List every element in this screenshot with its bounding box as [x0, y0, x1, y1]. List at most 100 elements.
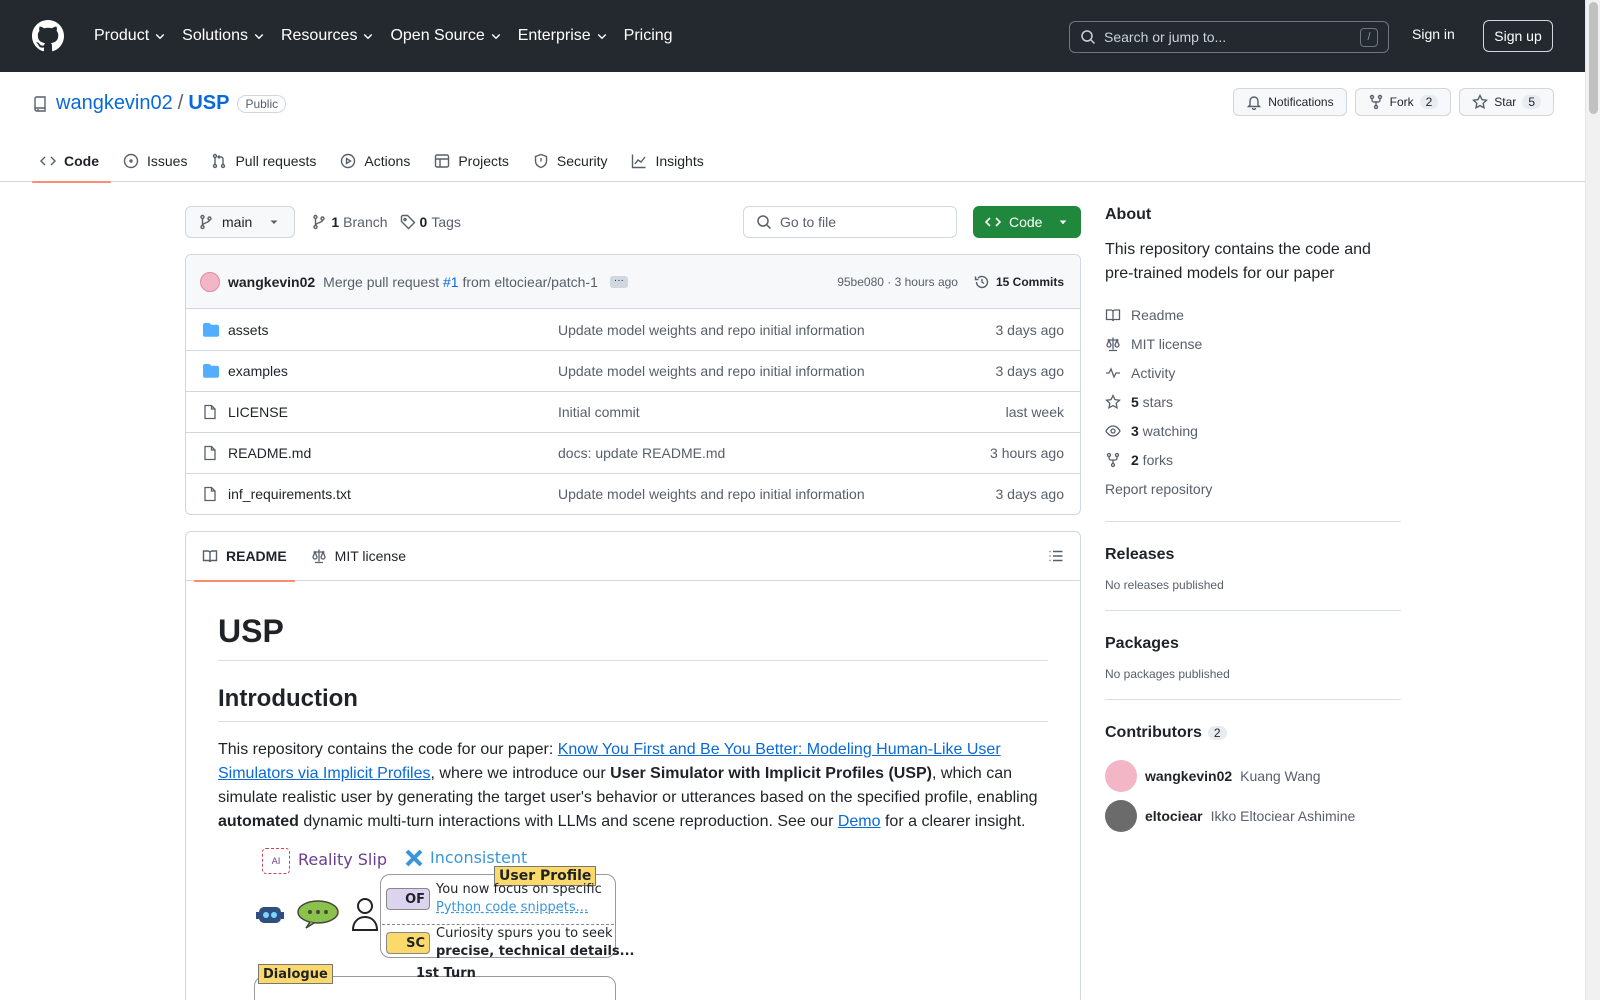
file-commit-message[interactable]: docs: update README.md: [558, 445, 990, 461]
star-label: Star: [1494, 95, 1517, 109]
page-scrollbar[interactable]: [1585, 0, 1600, 1000]
search-input[interactable]: Search or jump to... /: [1069, 21, 1389, 53]
tab-readme[interactable]: README: [194, 532, 295, 582]
chevron-down-icon: [364, 34, 373, 40]
file-name-link[interactable]: assets: [228, 322, 558, 338]
about-link-forks[interactable]: 2 forks: [1105, 445, 1401, 474]
scrollbar-thumb[interactable]: [1589, 2, 1598, 114]
nav-enterprise[interactable]: Enterprise: [510, 20, 616, 52]
book-icon: [202, 550, 218, 563]
figure-dialogue-tag: Dialogue: [258, 964, 333, 984]
expand-commit-button[interactable]: ···: [609, 275, 628, 288]
tab-actions[interactable]: Actions: [332, 140, 422, 182]
chevron-down-icon: [155, 34, 165, 40]
sign-up-button[interactable]: Sign up: [1483, 20, 1553, 52]
contributors-heading[interactable]: Contributors 2: [1105, 724, 1401, 742]
contributor-item[interactable]: eltociear Ikko Eltociear Ashimine: [1105, 796, 1401, 836]
code-button[interactable]: Code: [973, 206, 1081, 238]
contributor-login[interactable]: wangkevin02: [1145, 768, 1232, 784]
branches-link[interactable]: 1 Branch: [311, 214, 388, 230]
avatar[interactable]: [1105, 760, 1137, 792]
notifications-button[interactable]: Notifications: [1233, 88, 1347, 116]
file-row[interactable]: LICENSE Initial commit last week: [186, 391, 1080, 432]
tab-security[interactable]: Security: [525, 140, 620, 182]
file-commit-message[interactable]: Update model weights and repo initial in…: [558, 322, 996, 338]
branch-icon: [200, 214, 212, 230]
tab-insights[interactable]: Insights: [623, 140, 715, 182]
chevron-down-icon: [254, 34, 264, 40]
contributor-item[interactable]: wangkevin02 Kuang Wang: [1105, 756, 1401, 796]
commits-history-link[interactable]: 15 Commits: [974, 274, 1064, 290]
file-name-link[interactable]: examples: [228, 363, 558, 379]
nav-label: Pricing: [623, 27, 673, 44]
tab-issues[interactable]: Issues: [115, 140, 199, 182]
file-row[interactable]: assets Update model weights and repo init…: [186, 309, 1080, 350]
avatar[interactable]: [200, 271, 220, 292]
about-link-label: forks: [1138, 451, 1174, 468]
branch-select-button[interactable]: main: [185, 206, 296, 238]
packages-heading[interactable]: Packages: [1105, 635, 1401, 653]
about-link-text: 2 forks: [1131, 452, 1173, 468]
tag-count: 0: [419, 214, 428, 230]
folder-icon: [203, 364, 219, 378]
file-commit-message[interactable]: Update model weights and repo initial in…: [558, 486, 996, 502]
avatar[interactable]: [1105, 800, 1137, 832]
fork-button[interactable]: Fork 2: [1354, 88, 1452, 116]
tab-pull-requests[interactable]: Pull requests: [203, 140, 328, 182]
about-link-readme[interactable]: Readme: [1105, 300, 1401, 329]
star-button[interactable]: Star 5: [1459, 88, 1554, 116]
sign-in-link[interactable]: Sign in: [1412, 26, 1455, 42]
nav-label: Open Source: [390, 27, 485, 44]
list-icon[interactable]: [1048, 548, 1064, 564]
github-logo-icon[interactable]: [32, 20, 64, 52]
figure-inconsistent: Inconsistent: [430, 848, 528, 867]
tab-code[interactable]: Code: [32, 140, 111, 183]
repo-name-link[interactable]: USP: [188, 92, 229, 115]
global-nav: Product Solutions Resources Open Source Ente…: [86, 20, 681, 52]
file-name-link[interactable]: inf_requirements.txt: [228, 486, 558, 502]
about-link-stars[interactable]: 5 stars: [1105, 387, 1401, 416]
tab-projects[interactable]: Projects: [426, 140, 521, 182]
nav-pricing[interactable]: Pricing: [616, 20, 681, 52]
about-link-mit-license[interactable]: MIT license: [1105, 329, 1401, 358]
commit-message-prefix: Merge pull request: [323, 273, 440, 290]
file-row[interactable]: README.md docs: update README.md 3 hours a…: [186, 432, 1080, 473]
tags-link[interactable]: 0 Tags: [400, 214, 461, 230]
tab-label: Issues: [147, 153, 188, 169]
main-column: main 1 Branch 0 Tags Go to file Code wan…: [185, 206, 1081, 1000]
go-to-file-input[interactable]: Go to file: [743, 206, 957, 238]
intro-text-5: for a clearer insight.: [880, 813, 1026, 830]
contributor-login[interactable]: eltociear: [1145, 808, 1203, 824]
file-commit-time: 3 hours ago: [990, 445, 1064, 461]
about-link-label: Readme: [1131, 306, 1184, 323]
about-link-watching[interactable]: 3 watching: [1105, 416, 1401, 445]
file-commit-message[interactable]: Update model weights and repo initial in…: [558, 363, 996, 379]
nav-solutions[interactable]: Solutions: [174, 20, 273, 52]
file-type-icon: [202, 404, 218, 420]
file-icon: [204, 404, 216, 420]
readme-title: USP: [218, 613, 1048, 661]
intro-text-4: dynamic multi-turn interactions with LLM…: [298, 813, 838, 830]
nav-product[interactable]: Product: [86, 20, 174, 52]
contributor-name: Kuang Wang: [1240, 768, 1321, 784]
nav-resources[interactable]: Resources: [273, 20, 382, 52]
contributors-title: Contributors: [1105, 724, 1202, 741]
about-link-activity[interactable]: Activity: [1105, 358, 1401, 387]
releases-heading[interactable]: Releases: [1105, 546, 1401, 564]
file-row[interactable]: inf_requirements.txt Update model weights…: [186, 473, 1080, 514]
repo-owner-link[interactable]: wangkevin02: [56, 92, 173, 115]
about-link-label: watching: [1138, 422, 1198, 439]
pull-request-link[interactable]: #1: [443, 274, 459, 290]
commit-author-link[interactable]: wangkevin02: [228, 274, 315, 290]
file-row[interactable]: examples Update model weights and repo in…: [186, 350, 1080, 391]
commit-hash-time[interactable]: 95be080 · 3 hours ago: [837, 275, 958, 289]
intro-text-2: , where we introduce our: [430, 765, 611, 782]
figure-of-line-1: You now focus on specific: [436, 882, 602, 897]
tab-license[interactable]: MIT license: [303, 532, 414, 581]
file-name-link[interactable]: README.md: [228, 445, 558, 461]
report-repository-link[interactable]: Report repository: [1105, 474, 1401, 503]
demo-link[interactable]: Demo: [838, 813, 881, 830]
nav-open-source[interactable]: Open Source: [382, 20, 509, 52]
file-commit-message[interactable]: Initial commit: [558, 404, 1006, 420]
file-name-link[interactable]: LICENSE: [228, 404, 558, 420]
